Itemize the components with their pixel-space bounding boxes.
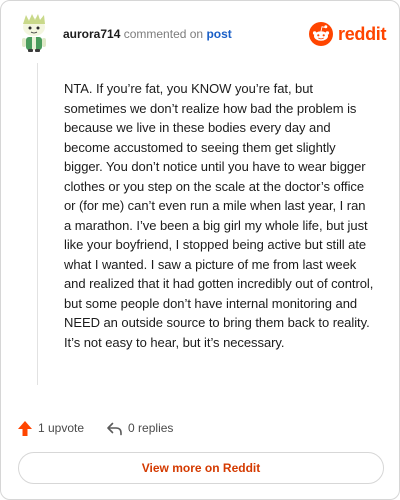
comment-body: NTA. If you’re fat, you KNOW you’re fat,…: [64, 81, 374, 350]
replies-button[interactable]: 0 replies: [106, 421, 173, 436]
user-avatar[interactable]: [19, 13, 49, 53]
view-more-button[interactable]: View more on Reddit: [18, 452, 384, 484]
view-more-label: View more on Reddit: [141, 461, 261, 475]
reddit-alien-icon: [309, 22, 333, 46]
reddit-wordmark: reddit: [338, 23, 387, 44]
reddit-logo[interactable]: reddit: [309, 20, 387, 48]
upvote-button[interactable]: 1 upvote: [17, 420, 84, 437]
reply-arrow-icon: [107, 422, 122, 435]
upvote-count: 1 upvote: [38, 421, 85, 435]
upvote-arrow-icon: [18, 420, 32, 436]
embedded-comment-card: aurora714 commented on post reddit NTA. …: [0, 0, 400, 500]
username-link[interactable]: aurora714: [63, 27, 120, 41]
snoo-avatar-icon: [22, 14, 46, 52]
replies-count: 0 replies: [128, 421, 174, 435]
comment-header: aurora714 commented on post: [63, 27, 232, 41]
commented-on-text: commented on: [123, 27, 204, 41]
comment-actions: 1 upvote 0 replies: [17, 418, 195, 438]
thread-line: [37, 63, 38, 385]
post-link[interactable]: post: [206, 27, 231, 41]
